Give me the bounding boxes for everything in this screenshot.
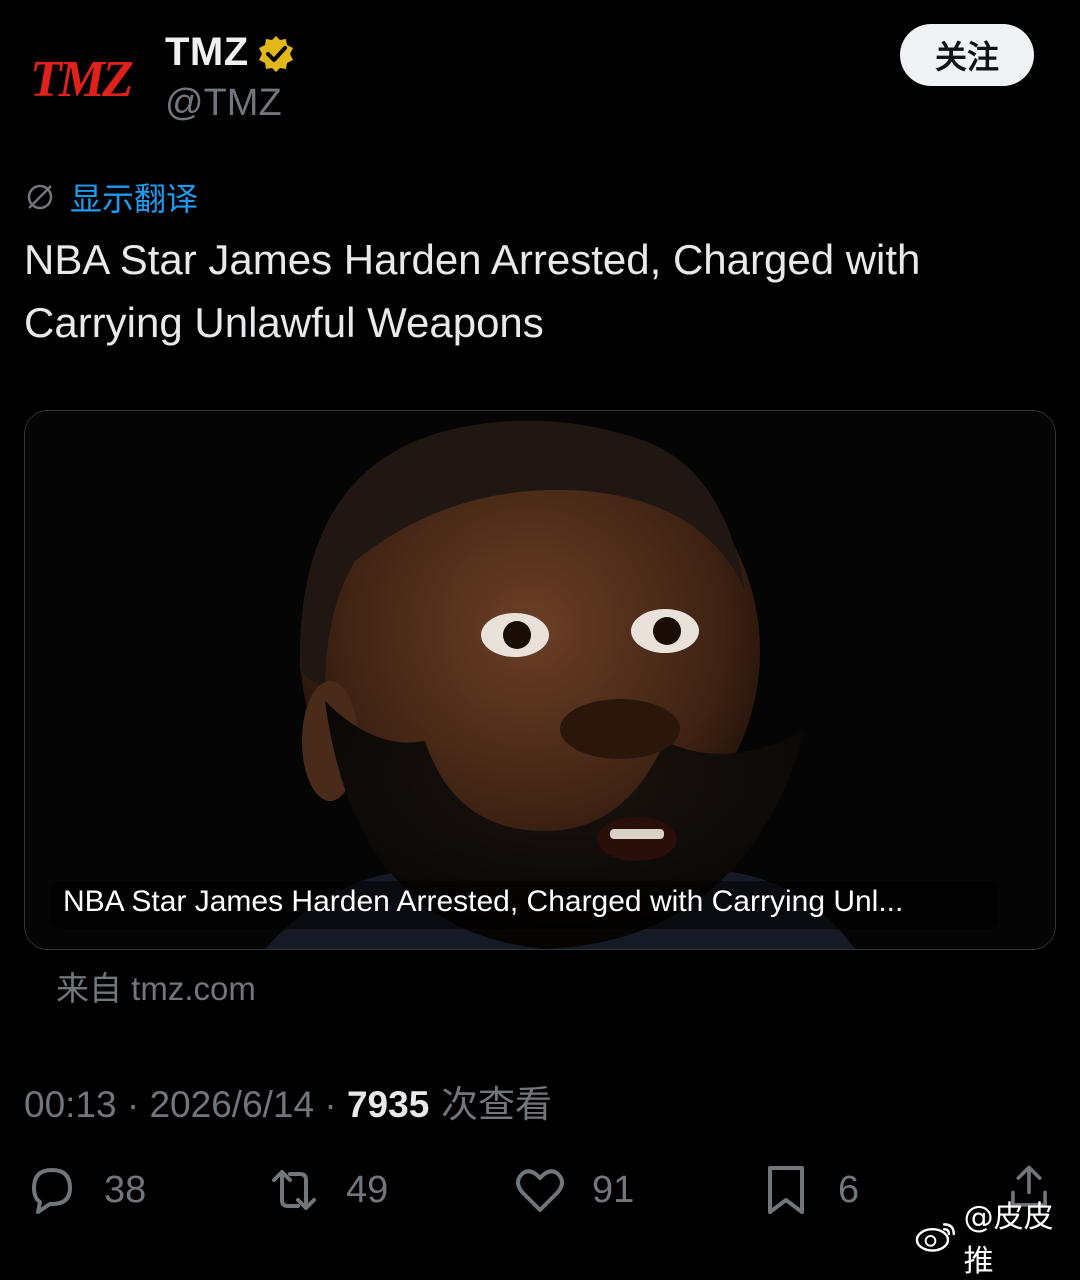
handle[interactable]: @TMZ [165,82,282,125]
tweet-text: NBA Star James Harden Arrested, Charged … [24,228,1044,354]
tweet-meta: 00:13 · 2026/6/14 · 7935 次查看 [24,1074,552,1128]
display-name[interactable]: TMZ [165,30,249,75]
card-title: NBA Star James Harden Arrested, Charged … [63,885,904,918]
tweet-date[interactable]: 2026/6/14 [149,1084,314,1125]
translate-row[interactable]: 显示翻译 [24,174,198,220]
verified-badge-icon [259,36,293,72]
nose [560,699,680,759]
weibo-icon [915,1223,955,1252]
meta-separator: · [314,1084,347,1125]
reply-count: 38 [104,1168,147,1211]
retweet-icon [272,1170,316,1210]
logo-text: TMZ [30,51,133,106]
reply-button[interactable]: 38 [24,1162,146,1218]
bookmark-icon [768,1166,804,1214]
translate-icon [27,184,53,210]
show-translation-link[interactable]: 显示翻译 [70,174,198,220]
weibo-watermark: @皮皮推 [915,1192,1080,1280]
retweet-count: 49 [346,1168,389,1211]
tweet-text-line: NBA Star James Harden Arrested, Charged … [24,236,921,283]
like-count: 91 [592,1168,635,1211]
view-count: 7935 [346,1084,430,1125]
heart-icon [516,1169,564,1212]
like-button[interactable]: 91 [512,1162,634,1218]
follow-button[interactable]: 关注 [900,24,1034,86]
watermark-text: @皮皮推 [963,1200,1054,1279]
bookmark-button[interactable]: 6 [758,1162,859,1218]
bookmark-count: 6 [838,1168,860,1211]
reply-icon [32,1168,72,1214]
tweet-time[interactable]: 00:13 [24,1084,117,1125]
tmz-logo[interactable]: TMZ [28,48,140,106]
retweet-button[interactable]: 49 [266,1162,388,1218]
tweet-text-line: Carrying Unlawful Weapons [24,299,544,346]
meta-separator: · [116,1084,150,1125]
card-image[interactable] [25,411,1055,949]
card-source[interactable]: 来自 tmz.com [56,962,256,1010]
view-label: 次查看 [429,1083,553,1126]
link-card[interactable]: NBA Star James Harden Arrested, Charged … [24,410,1056,950]
